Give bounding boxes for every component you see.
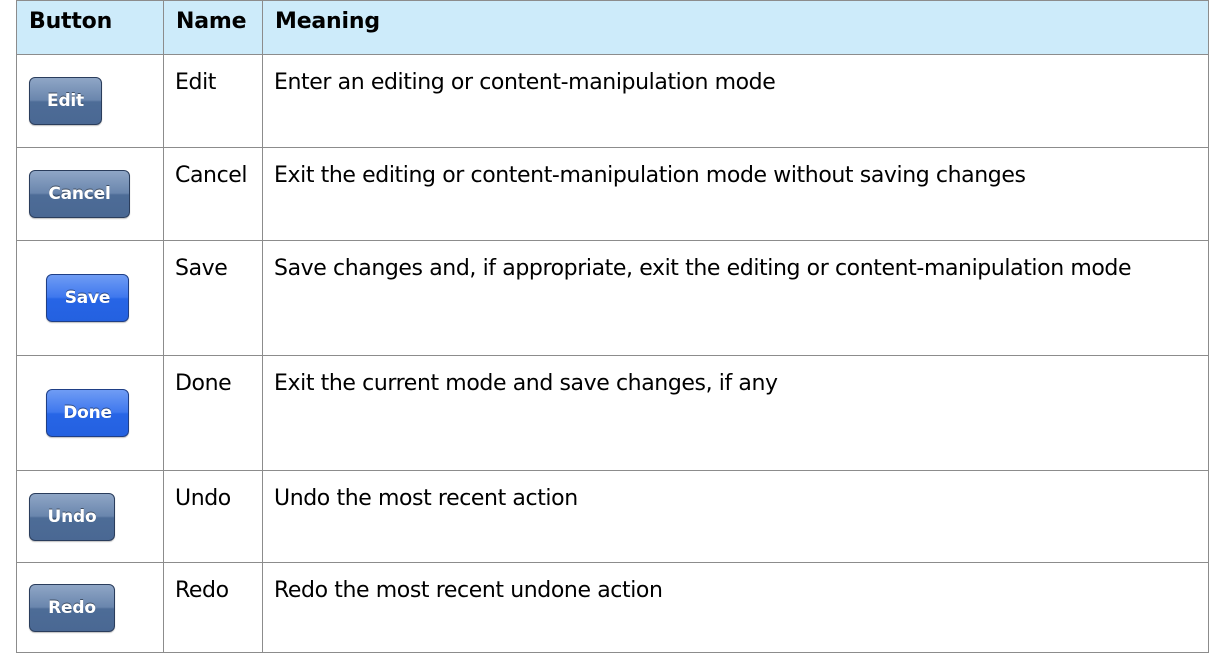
redo-button[interactable]: Redo — [29, 583, 115, 632]
undo-button[interactable]: Undo — [29, 492, 115, 541]
table-row: Edit Edit Enter an editing or content-ma… — [16, 54, 1209, 148]
button-cell: Save — [16, 240, 164, 356]
header-row: Button Name Meaning — [16, 0, 1209, 55]
table-row: Undo Undo Undo the most recent action — [16, 470, 1209, 563]
name-cell: Save — [163, 240, 263, 356]
name-cell: Edit — [163, 54, 263, 148]
cancel-button[interactable]: Cancel — [29, 170, 130, 218]
header-name: Name — [163, 0, 263, 55]
save-button[interactable]: Save — [46, 274, 129, 322]
buttons-table: Button Name Meaning Edit Edit Enter an e… — [16, 0, 1209, 653]
table-row: Done Done Exit the current mode and save… — [16, 355, 1209, 471]
done-button[interactable]: Done — [46, 389, 129, 437]
header-button: Button — [16, 0, 164, 55]
name-cell: Undo — [163, 470, 263, 563]
button-cell: Done — [16, 355, 164, 471]
button-cell: Cancel — [16, 147, 164, 241]
button-cell: Edit — [16, 54, 164, 148]
name-cell: Redo — [163, 562, 263, 653]
table-row: Redo Redo Redo the most recent undone ac… — [16, 562, 1209, 653]
edit-button[interactable]: Edit — [29, 77, 102, 125]
header-meaning: Meaning — [262, 0, 1209, 55]
meaning-cell: Save changes and, if appropriate, exit t… — [262, 240, 1209, 356]
button-cell: Redo — [16, 562, 164, 653]
name-cell: Cancel — [163, 147, 263, 241]
name-cell: Done — [163, 355, 263, 471]
meaning-cell: Exit the editing or content-manipulation… — [262, 147, 1209, 241]
meaning-cell: Enter an editing or content-manipulation… — [262, 54, 1209, 148]
table-row: Cancel Cancel Exit the editing or conten… — [16, 147, 1209, 241]
table-row: Save Save Save changes and, if appropria… — [16, 240, 1209, 356]
meaning-cell: Exit the current mode and save changes, … — [262, 355, 1209, 471]
button-cell: Undo — [16, 470, 164, 563]
meaning-cell: Redo the most recent undone action — [262, 562, 1209, 653]
meaning-cell: Undo the most recent action — [262, 470, 1209, 563]
